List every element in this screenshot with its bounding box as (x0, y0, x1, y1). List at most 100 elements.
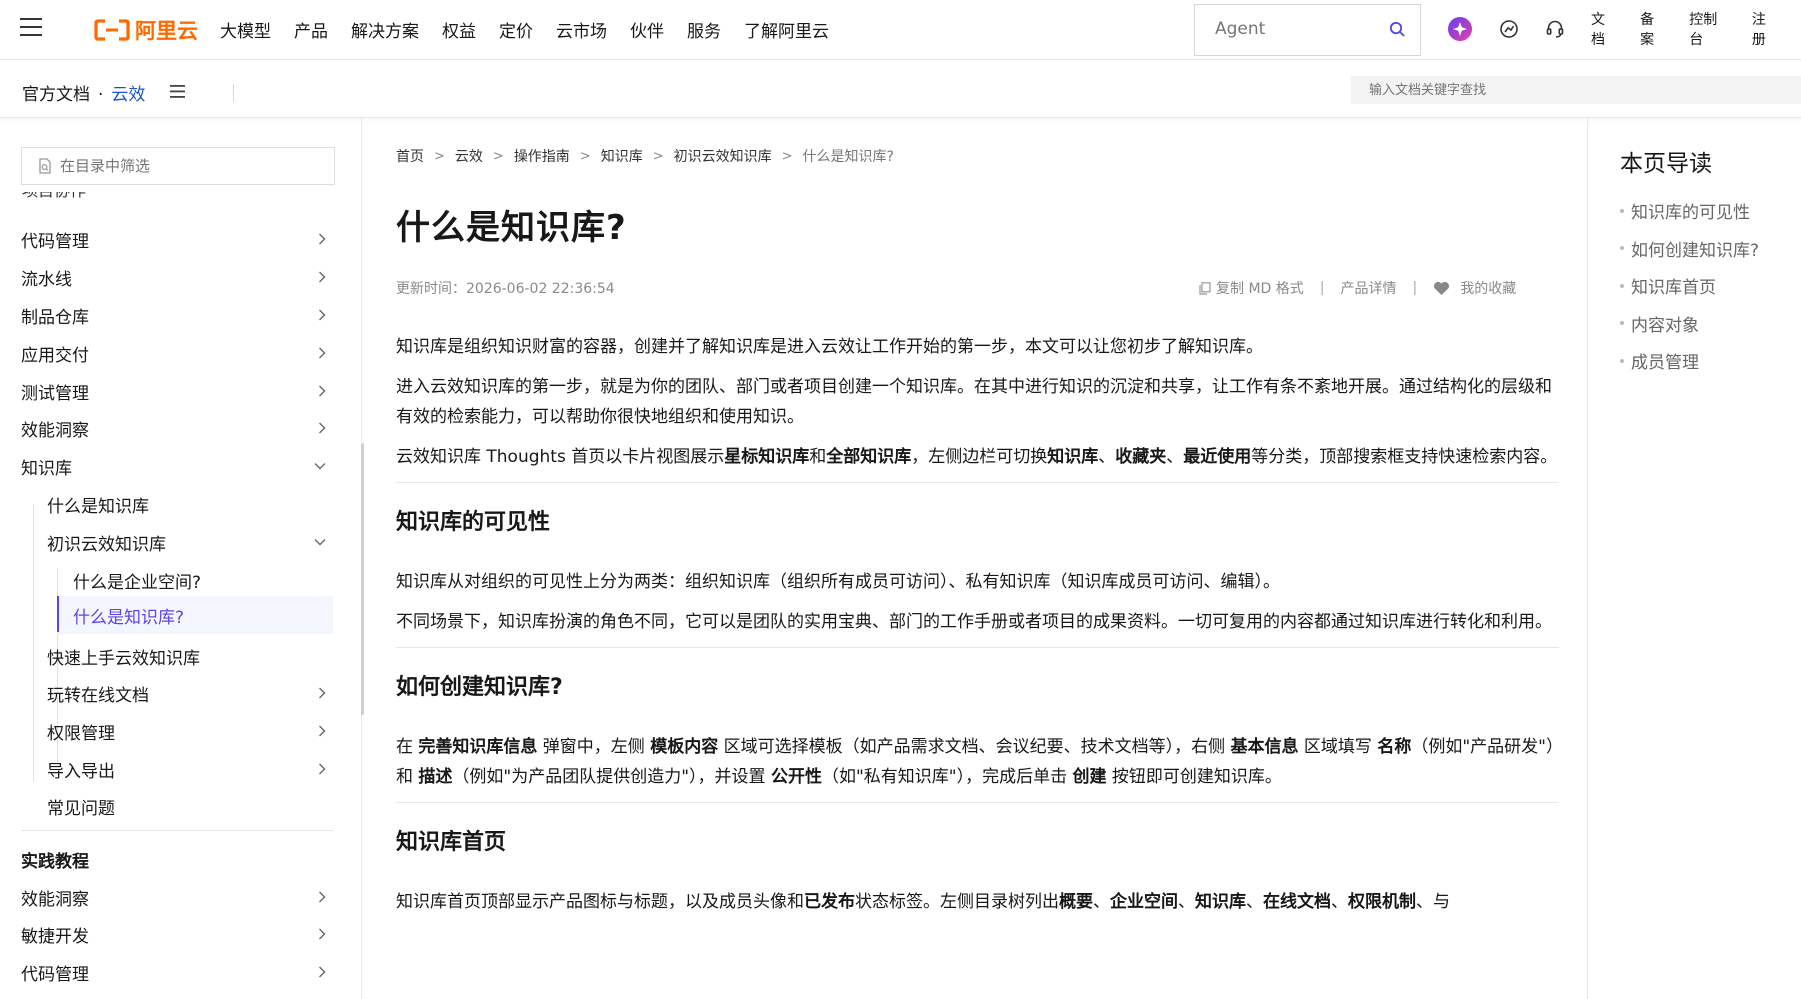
catalog-list-icon[interactable] (170, 85, 185, 98)
text-run: （如"私有知识库"），完成后单击 (821, 767, 1073, 787)
sidebar-item-code-tutorial[interactable]: 代码管理 (0, 953, 340, 991)
sidebar-item-label: 知识库 (21, 458, 72, 479)
bold-term: 最近使用 (1183, 447, 1252, 467)
link-console[interactable]: 控制台 (1689, 9, 1730, 49)
toc-item-objects[interactable]: 内容对象 (1620, 305, 1759, 343)
separator: | (1319, 280, 1325, 296)
breadcrumb-product[interactable]: 云效 (455, 146, 483, 166)
menu-item-marketplace[interactable]: 云市场 (556, 17, 607, 42)
sidebar-item-online-docs[interactable]: 玩转在线文档 (0, 674, 340, 712)
link-register[interactable]: 注册 (1752, 9, 1779, 49)
sidebar-scrollbar[interactable] (361, 443, 364, 715)
copy-md-label: 复制 MD 格式 (1216, 281, 1304, 297)
text-run: 知识库首页顶部显示产品图标与标题，以及成员头像和 (396, 892, 804, 912)
breadcrumb-current: 什么是知识库? (802, 149, 894, 165)
explore-icon[interactable] (1499, 19, 1519, 39)
menu-item-about[interactable]: 了解阿里云 (744, 17, 829, 42)
page-toc: 本页导读 知识库的可见性 如何创建知识库? 知识库首页 内容对象 成员管理 (1587, 118, 1801, 999)
doc-sidebar: 项目协作 代码管理 流水线 制品仓库 应用交付 测试管理 效能洞察 知识库 什么… (0, 118, 364, 999)
bold-term: 基本信息 (1230, 737, 1299, 757)
breadcrumb-kb[interactable]: 知识库 (601, 146, 643, 166)
toc-item-members[interactable]: 成员管理 (1620, 342, 1759, 380)
docs-home-crumb: 官方文档 · 云效 (22, 80, 145, 105)
doc-content: 首页 > 云效 > 操作指南 > 知识库 > 初识云效知识库 > 什么是知识库? 什么是知… (396, 118, 1559, 999)
visibility-paragraph: 知识库从对组织的可见性上分为两类：组织知识库（组织所有成员可访问）、私有知识库（… (396, 572, 1280, 592)
menu-item-pricing[interactable]: 定价 (499, 17, 533, 42)
sidebar-item-insight-tutorial[interactable]: 效能洞察 (0, 878, 340, 916)
top-tools: 文档 备案 控制台 注册 (1447, 0, 1801, 58)
sidebar-item-permissions[interactable]: 权限管理 (0, 712, 340, 750)
sidebar-item-what-is-kb-selected[interactable]: 什么是知识库? (57, 596, 333, 634)
breadcrumb-home[interactable]: 首页 (396, 146, 424, 166)
bold-term: 全部知识库 (826, 447, 912, 467)
search-icon[interactable] (1389, 21, 1406, 38)
breadcrumb-guide[interactable]: 操作指南 (514, 146, 570, 166)
text-run: 区域可选择模板（如产品需求文档、会议纪要、技术文档等），右侧 (718, 737, 1231, 757)
text-run: 、 (1246, 892, 1263, 912)
doc-search-input[interactable] (1351, 76, 1801, 104)
chevron-right-icon: > (492, 148, 504, 164)
heart-icon (1434, 281, 1450, 295)
sidebar-item-artifacts[interactable]: 制品仓库 (0, 296, 340, 334)
product-detail-link[interactable]: 产品详情 (1340, 278, 1396, 298)
sidebar-item-label: 效能洞察 (21, 889, 89, 910)
sidebar-section-tutorials[interactable]: 实践教程 (0, 840, 340, 878)
sidebar-item-label: 实践教程 (21, 851, 89, 872)
update-time: 更新时间：2026-06-02 22:36:54 (396, 281, 615, 297)
link-docs[interactable]: 文档 (1591, 9, 1618, 49)
bold-term: 已发布 (804, 892, 855, 912)
intro-paragraph: 进入云效知识库的第一步，就是为你的团队、部门或者项目创建一个知识库。在其中进行知… (396, 377, 1552, 427)
intro-paragraph: 知识库是组织知识财富的容器，创建并了解知识库是进入云效让工作开始的第一步，本文可… (396, 337, 1263, 357)
bold-term: 知识库 (1047, 447, 1099, 467)
text-run: 、 (1331, 892, 1348, 912)
sidebar-item-delivery[interactable]: 应用交付 (0, 334, 340, 372)
sidebar-item-label: 代码管理 (21, 964, 89, 985)
menu-item-benefits[interactable]: 权益 (442, 17, 476, 42)
ai-assistant-icon[interactable] (1447, 16, 1473, 42)
chevron-right-icon (319, 233, 326, 245)
menu-item-partners[interactable]: 伙伴 (630, 17, 664, 42)
sidebar-item-quickstart[interactable]: 快速上手云效知识库 (0, 637, 340, 675)
text-run: 、 (1178, 892, 1195, 912)
bold-term: 创建 (1072, 767, 1107, 787)
menu-item-llm[interactable]: 大模型 (220, 17, 271, 42)
page-title: 什么是知识库? (396, 208, 627, 248)
sidebar-item-import-export[interactable]: 导入导出 (0, 750, 340, 788)
menu-item-products[interactable]: 产品 (294, 17, 328, 42)
breadcrumb-intro[interactable]: 初识云效知识库 (674, 146, 772, 166)
support-headset-icon[interactable] (1545, 19, 1565, 39)
bold-term: 权限机制 (1348, 892, 1416, 912)
bold-term: 公开性 (770, 767, 822, 787)
toc-item-visibility[interactable]: 知识库的可见性 (1620, 192, 1759, 230)
sidebar-item-what-is-kb[interactable]: 什么是知识库 (0, 485, 340, 523)
sidebar-item-testing[interactable]: 测试管理 (0, 372, 340, 410)
menu-icon[interactable] (20, 18, 42, 38)
agent-search-input[interactable] (1195, 5, 1375, 53)
menu-item-services[interactable]: 服务 (687, 17, 721, 42)
sidebar-item-code[interactable]: 代码管理 (0, 220, 340, 258)
create-paragraph: 在 完善知识库信息 弹窗中，左侧 模板内容 区域可选择模板（如产品需求文档、会议… (396, 732, 1559, 792)
link-filing[interactable]: 备案 (1640, 9, 1667, 49)
text-run: ，左侧边栏可切换 (911, 447, 1048, 467)
separator: | (1412, 280, 1418, 296)
toc-item-home[interactable]: 知识库首页 (1620, 267, 1759, 305)
sidebar-item-knowledge[interactable]: 知识库 (0, 447, 340, 485)
catalog-filter-input[interactable] (60, 157, 310, 175)
favorite-button[interactable]: 我的收藏 (1433, 278, 1516, 298)
sidebar-item-insight[interactable]: 效能洞察 (0, 409, 340, 447)
page-actions: 复制 MD 格式 | 产品详情 | 我的收藏 (1199, 278, 1516, 298)
docs-home-link[interactable]: 官方文档 (22, 85, 90, 105)
copy-md-button[interactable]: 复制 MD 格式 (1199, 278, 1304, 298)
product-link[interactable]: 云效 (111, 85, 145, 105)
sidebar-item-enterprise-space[interactable]: 什么是企业空间? (0, 561, 340, 599)
sidebar-item-intro-kb[interactable]: 初识云效知识库 (0, 523, 340, 561)
toc-item-create[interactable]: 如何创建知识库? (1620, 230, 1759, 268)
clipped-sidebar-item[interactable]: 项目协作 (22, 192, 122, 204)
sidebar-item-faq[interactable]: 常见问题 (0, 787, 340, 825)
sidebar-item-pipeline[interactable]: 流水线 (0, 258, 340, 296)
doc-search-box (1351, 76, 1801, 104)
menu-item-solutions[interactable]: 解决方案 (351, 17, 419, 42)
aliyun-logo[interactable]: 阿里云 (94, 14, 198, 46)
sidebar-item-label: 权限管理 (47, 723, 115, 744)
sidebar-item-agile[interactable]: 敏捷开发 (0, 915, 340, 953)
